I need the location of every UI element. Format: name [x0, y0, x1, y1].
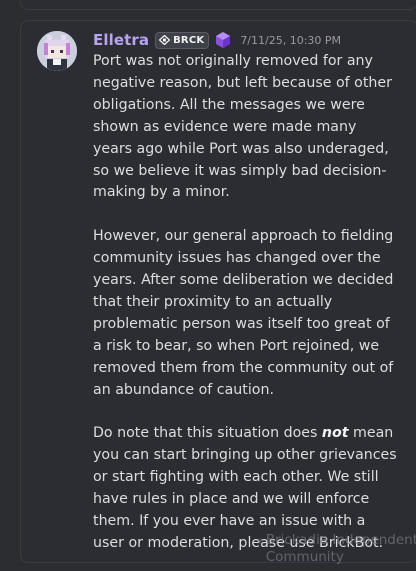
purple-gem-icon[interactable] — [214, 31, 232, 49]
author-name[interactable]: Elletra — [93, 31, 149, 49]
lego-brick-icon — [159, 35, 171, 45]
community-watermark: Brickadia Independent Community — [258, 532, 416, 571]
message-header: Elletra BRCK 7/11/25, 10:30 PM — [93, 29, 341, 51]
previous-message-card — [20, 0, 416, 10]
message-content: Port was not originally removed for any … — [93, 51, 398, 555]
timestamp[interactable]: 7/11/25, 10:30 PM — [240, 34, 341, 47]
server-tag-label: BRCK — [173, 34, 205, 46]
message-paragraph-1: Port was not originally removed for any … — [93, 53, 392, 201]
message-paragraph-2: However, our general approach to fieldin… — [93, 228, 394, 398]
watermark-line-1: Brickadia Independent — [265, 532, 416, 548]
brick-logo-icon — [258, 538, 263, 544]
server-tag[interactable]: BRCK — [155, 31, 210, 49]
chat-view: Elletra BRCK 7/11/25, 10:30 PM Port was … — [0, 0, 416, 571]
watermark-line-2: Community — [265, 549, 344, 565]
pixel-anime-avatar-icon — [37, 31, 77, 71]
emphasis-not: not — [321, 425, 349, 442]
paragraph-3-text-before: Do note that this situation does — [93, 425, 322, 442]
avatar[interactable] — [37, 31, 77, 71]
